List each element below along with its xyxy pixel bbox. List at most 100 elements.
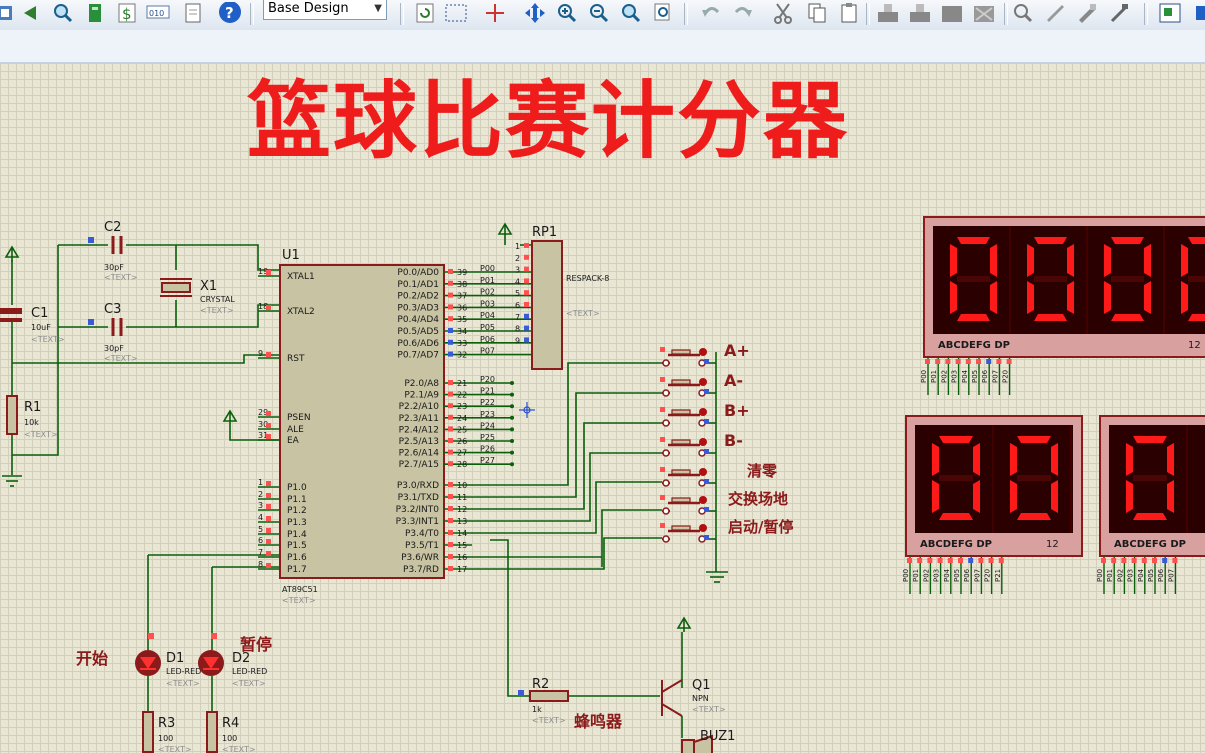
schematic-canvas[interactable]: 篮球比赛计分器 C2 30pF <TEXT> C3 30pF <TEXT> X1… — [0, 63, 1205, 753]
digit-segment — [957, 237, 990, 244]
paste-icon[interactable] — [838, 2, 860, 24]
switch-1[interactable]: A- — [660, 371, 743, 397]
cut-icon[interactable] — [772, 2, 794, 24]
mcu-pin-name: P3.0/RXD — [397, 481, 439, 491]
zoom-in-icon[interactable] — [556, 2, 578, 24]
switch-contact — [662, 359, 670, 367]
digit-segment — [1126, 480, 1133, 513]
overflow-icon[interactable] — [1194, 2, 1205, 24]
switch-3[interactable]: B- — [660, 431, 743, 457]
help-icon[interactable]: ? — [218, 1, 241, 24]
playback-icon[interactable] — [20, 2, 42, 24]
decompose-icon[interactable] — [1108, 2, 1130, 24]
display-pin-tag: P04 — [943, 568, 951, 582]
dollar-icon[interactable]: $ — [116, 2, 138, 24]
display-seg-label: ABCDEFG DP — [920, 539, 992, 550]
pin-state-marker — [524, 254, 529, 260]
d2-text: <TEXT> — [232, 679, 266, 688]
make-device-icon[interactable] — [1044, 2, 1066, 24]
zoom-all-icon[interactable] — [620, 2, 642, 24]
mcu-pin-number: 27 — [457, 449, 467, 458]
block-rotate-icon[interactable] — [940, 2, 962, 24]
pin-state-marker — [448, 280, 453, 286]
zoom-icon[interactable] — [52, 2, 74, 24]
mcu-pin-number: 1 — [258, 478, 263, 487]
binary-icon[interactable]: 010 — [146, 2, 170, 24]
mcu-pin-number: 24 — [457, 414, 467, 423]
button-label-5: 交换场地 — [728, 490, 788, 508]
pin-state-marker — [965, 359, 971, 364]
select-mode-icon[interactable] — [0, 2, 18, 24]
switch-2[interactable]: B+ — [660, 401, 750, 427]
pick-icon[interactable] — [1012, 2, 1034, 24]
switch-led-dot — [699, 496, 707, 504]
mcu-pin-name: P0.6/AD6 — [397, 339, 439, 349]
refresh-icon[interactable] — [414, 2, 436, 24]
mcu-pin-name: P3.7/RD — [403, 565, 439, 575]
pin-state-marker — [448, 269, 453, 274]
switch-led-dot — [699, 524, 707, 532]
switch-button-cap — [671, 409, 691, 415]
block-copy-icon[interactable] — [876, 2, 898, 24]
mcu-pin-number: 17 — [457, 565, 467, 574]
component-icon[interactable] — [84, 2, 106, 24]
pin-state-marker — [448, 339, 453, 345]
redo-icon[interactable] — [732, 2, 754, 24]
pin-state-marker — [660, 407, 665, 412]
digit-segment — [1144, 281, 1151, 314]
mcu-pin-name: ALE — [287, 425, 304, 435]
x1-text: <TEXT> — [200, 306, 234, 315]
pan-icon[interactable] — [524, 2, 546, 24]
mcu-pin-name: P3.2/INT0 — [396, 505, 440, 515]
block-delete-icon[interactable] — [972, 2, 994, 24]
switch-5[interactable]: 交换场地 — [660, 490, 788, 515]
display-pin-tag: P20 — [984, 569, 992, 582]
display-pin-tag: P00 — [920, 370, 928, 383]
mcu-pin-name: XTAL1 — [287, 272, 315, 282]
display-pin-tag: P05 — [953, 569, 961, 582]
pin-state-marker — [266, 411, 271, 416]
pin-state-marker — [978, 558, 984, 563]
grid-icon[interactable] — [444, 2, 467, 24]
mcu-pin-name: P0.2/AD2 — [397, 292, 439, 302]
undo-icon[interactable] — [700, 2, 722, 24]
document-icon[interactable] — [182, 2, 204, 24]
mcu-pin-number: 32 — [457, 351, 467, 360]
net-label: P22 — [480, 398, 495, 407]
switch-6[interactable]: 启动/暂停 — [660, 518, 793, 543]
pin-state-marker — [266, 423, 271, 428]
copy-icon[interactable] — [806, 2, 828, 24]
display-pin-tag: P21 — [994, 569, 1002, 582]
mcu-pin-name: P1.2 — [287, 506, 307, 516]
zoom-out-icon[interactable] — [588, 2, 610, 24]
layer-select[interactable]: Base Design ▼ — [263, 0, 387, 20]
zoom-area-icon[interactable] — [652, 2, 674, 24]
mcu-text: <TEXT> — [282, 596, 316, 605]
display-pin-tag: P07 — [1167, 569, 1175, 582]
digit-segment — [1181, 281, 1188, 314]
mcu-pin-name: P0.1/AD1 — [397, 280, 439, 290]
svg-text:?: ? — [225, 4, 234, 22]
block-move-icon[interactable] — [908, 2, 930, 24]
pin-state-marker — [448, 426, 453, 432]
pin-state-marker — [266, 528, 271, 533]
wire-autorouter-icon[interactable] — [1158, 2, 1181, 24]
switch-led-dot — [699, 468, 707, 476]
d1-caption: 开始 — [76, 649, 108, 668]
display-pin-tag: P07 — [991, 370, 999, 383]
display-pin-tag: P00 — [1096, 569, 1104, 582]
q1-text: <TEXT> — [692, 705, 726, 714]
origin-icon[interactable] — [484, 2, 506, 24]
digit-segment — [939, 513, 973, 520]
pin-state-marker — [448, 530, 453, 535]
c2-text: <TEXT> — [104, 273, 138, 282]
display-pin-label: 12 — [1188, 340, 1201, 351]
switch-4[interactable]: 清零 — [660, 462, 778, 487]
c2-ref: C2 — [104, 220, 121, 235]
mcu-part: AT89C51 — [282, 585, 318, 594]
packaging-icon[interactable] — [1076, 2, 1098, 24]
switch-0[interactable]: A+ — [660, 341, 750, 367]
pin-state-marker — [704, 449, 709, 454]
digit-segment — [939, 475, 973, 481]
pin-state-marker — [988, 558, 994, 563]
